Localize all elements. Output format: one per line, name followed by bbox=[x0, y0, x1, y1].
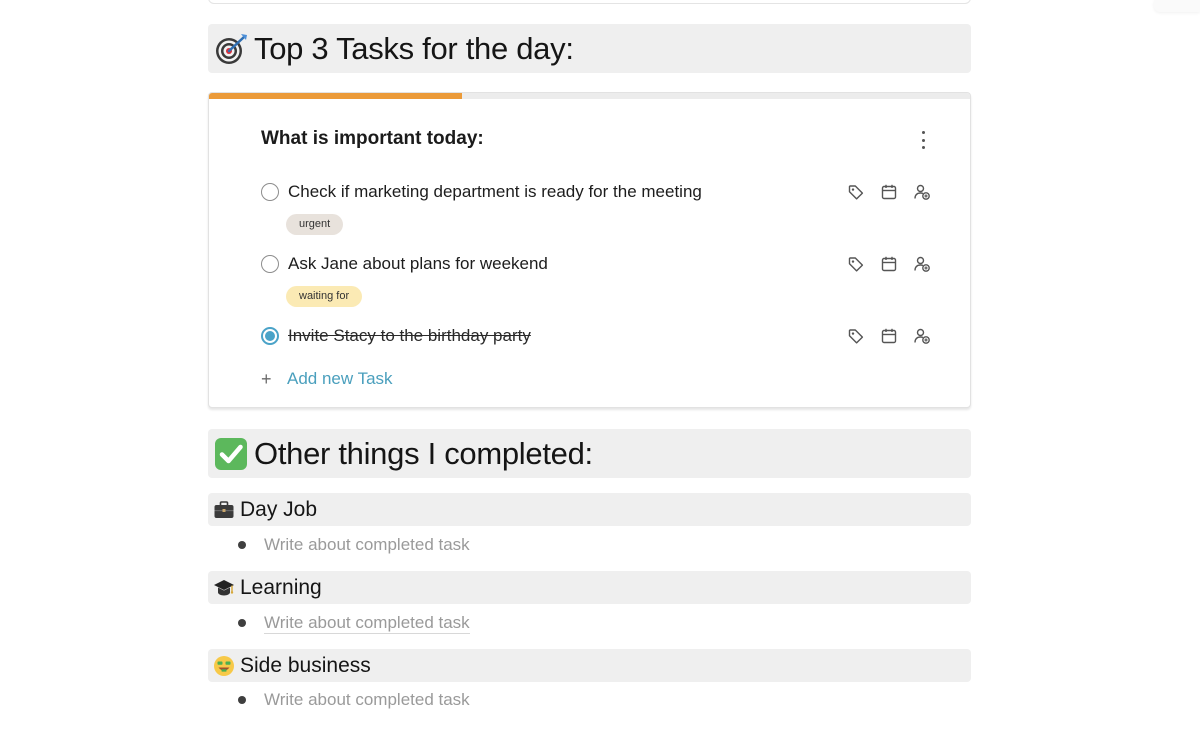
tag-icon[interactable] bbox=[846, 182, 866, 202]
assign-user-icon[interactable] bbox=[912, 182, 932, 202]
top-tasks-heading-text: Top 3 Tasks for the day: bbox=[254, 30, 574, 66]
category-heading-day-job[interactable]: Day Job bbox=[208, 493, 971, 526]
category-title: Learning bbox=[240, 575, 322, 599]
add-task-button[interactable]: + Add new Task bbox=[261, 367, 393, 391]
task-item: Ask Jane about plans for weekend bbox=[261, 252, 941, 276]
task-item: Invite Stacy to the birthday party bbox=[261, 324, 941, 348]
task-item: Check if marketing department is ready f… bbox=[261, 180, 941, 204]
task-actions bbox=[846, 254, 932, 274]
tag-icon[interactable] bbox=[846, 326, 866, 346]
assign-user-icon[interactable] bbox=[912, 326, 932, 346]
check-mark-button-icon bbox=[213, 436, 249, 472]
category-title: Day Job bbox=[240, 497, 318, 521]
completed-heading-text: Other things I completed: bbox=[254, 435, 593, 471]
progress-bar-fill bbox=[209, 93, 463, 99]
plus-icon: + bbox=[261, 369, 272, 389]
task-actions bbox=[846, 326, 932, 346]
money-mouth-face-icon bbox=[213, 655, 235, 677]
previous-block bbox=[208, 0, 971, 4]
progress-track bbox=[209, 93, 970, 99]
completed-task-placeholder[interactable]: Write about completed task bbox=[264, 690, 470, 711]
top-tasks-heading[interactable]: Top 3 Tasks for the day: bbox=[208, 24, 971, 73]
completed-heading[interactable]: Other things I completed: bbox=[208, 429, 971, 478]
dart-target-icon bbox=[213, 31, 249, 67]
bullet-icon bbox=[238, 541, 246, 549]
tag-badge-waiting-for[interactable]: waiting for bbox=[286, 286, 363, 307]
list-item: Write about completed task bbox=[238, 689, 470, 711]
category-heading-learning[interactable]: Learning bbox=[208, 571, 971, 604]
assign-user-icon[interactable] bbox=[912, 254, 932, 274]
category-heading-side-business[interactable]: Side business bbox=[208, 649, 971, 682]
task-actions bbox=[846, 182, 932, 202]
bullet-icon bbox=[238, 696, 246, 704]
task-widget: What is important today: Check if market… bbox=[208, 92, 971, 408]
completed-task-placeholder[interactable]: Write about completed task bbox=[264, 613, 470, 634]
tag-badge-urgent[interactable]: urgent bbox=[286, 214, 344, 235]
list-item: Write about completed task bbox=[238, 534, 470, 556]
completed-task-placeholder[interactable]: Write about completed task bbox=[264, 535, 470, 556]
more-options-icon[interactable] bbox=[917, 131, 929, 149]
calendar-icon[interactable] bbox=[879, 254, 899, 274]
briefcase-icon bbox=[213, 499, 235, 521]
list-item: Write about completed task bbox=[238, 612, 470, 634]
task-checkbox[interactable] bbox=[261, 183, 279, 201]
widget-title: What is important today: bbox=[261, 128, 484, 149]
graduation-cap-icon bbox=[213, 577, 235, 599]
bullet-icon bbox=[238, 619, 246, 627]
page: Top 3 Tasks for the day: What is importa… bbox=[0, 0, 1200, 739]
task-text[interactable]: Ask Jane about plans for weekend bbox=[288, 252, 548, 276]
calendar-icon[interactable] bbox=[879, 182, 899, 202]
tag-icon[interactable] bbox=[846, 254, 866, 274]
add-task-label: Add new Task bbox=[287, 369, 393, 388]
task-checkbox[interactable] bbox=[261, 255, 279, 273]
task-text[interactable]: Check if marketing department is ready f… bbox=[288, 180, 702, 204]
corner-panel bbox=[1154, 0, 1200, 12]
task-text[interactable]: Invite Stacy to the birthday party bbox=[288, 324, 531, 348]
calendar-icon[interactable] bbox=[879, 326, 899, 346]
category-title: Side business bbox=[240, 653, 371, 677]
task-checkbox-checked[interactable] bbox=[261, 327, 279, 345]
